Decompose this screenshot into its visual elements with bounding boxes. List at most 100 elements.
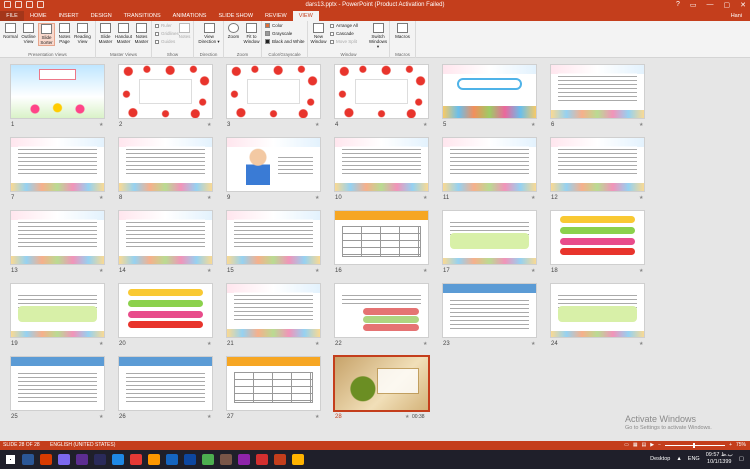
zoom-slider[interactable] <box>665 443 726 448</box>
tab-transitions[interactable]: TRANSITIONS <box>118 11 167 21</box>
slide-thumbnail[interactable] <box>334 283 429 338</box>
minimize-button[interactable]: — <box>707 1 714 9</box>
grayscale-button[interactable]: Grayscale <box>265 31 292 36</box>
transition-star-icon[interactable]: ★ <box>423 268 427 274</box>
ribbon-display-button[interactable]: ▭ <box>690 1 697 9</box>
normal-view-status-icon[interactable]: ▭ <box>624 441 629 450</box>
tab-view[interactable]: VIEW <box>292 11 319 21</box>
word-icon[interactable] <box>166 454 178 465</box>
reading-view-button[interactable]: Reading View <box>74 23 91 44</box>
black-white-button[interactable]: Black and White <box>265 39 305 44</box>
slide-thumbnail[interactable] <box>10 210 105 265</box>
switch-windows-button[interactable]: Switch Windows ▾ <box>368 23 388 49</box>
transition-star-icon[interactable]: ★ <box>315 414 319 420</box>
app-icon[interactable] <box>202 454 214 465</box>
app-icon[interactable] <box>256 454 268 465</box>
transition-star-icon[interactable]: ★ <box>531 195 535 201</box>
tab-design[interactable]: DESIGN <box>85 11 118 21</box>
slide-thumbnail[interactable] <box>226 283 321 338</box>
slide-thumbnail[interactable] <box>118 283 213 338</box>
app-icon[interactable] <box>184 454 196 465</box>
transition-star-icon[interactable]: ★ <box>423 341 427 347</box>
slide-thumbnail[interactable] <box>10 283 105 338</box>
transition-star-icon[interactable]: ★ <box>639 122 643 128</box>
close-button[interactable]: ✕ <box>740 1 746 9</box>
folder-icon[interactable] <box>292 454 304 465</box>
transition-star-icon[interactable]: ★ <box>99 414 103 420</box>
windows-start-icon[interactable] <box>6 455 15 464</box>
sorter-view-status-icon[interactable]: ▦ <box>633 441 638 450</box>
transition-star-icon[interactable]: ★ <box>207 414 211 420</box>
transition-star-icon[interactable]: ★ <box>639 195 643 201</box>
cascade-button[interactable]: Cascade <box>330 31 354 36</box>
slide-master-button[interactable]: Slide Master <box>97 23 114 44</box>
app-icon[interactable] <box>130 454 142 465</box>
slide-thumbnail[interactable] <box>550 210 645 265</box>
transition-star-icon[interactable]: ★ <box>423 122 427 128</box>
slide-thumbnail[interactable] <box>442 283 537 338</box>
slide-thumbnail[interactable] <box>334 137 429 192</box>
slide-thumbnail[interactable] <box>334 64 429 119</box>
slide-thumbnail[interactable] <box>10 356 105 411</box>
slide-thumbnail[interactable] <box>226 356 321 411</box>
transition-star-icon[interactable]: ★ <box>99 268 103 274</box>
zoom-in-button[interactable]: + <box>729 441 732 450</box>
tab-insert[interactable]: INSERT <box>53 11 85 21</box>
language-icon[interactable]: ENG <box>688 456 700 462</box>
transition-star-icon[interactable]: ★ <box>531 341 535 347</box>
app-icon[interactable] <box>238 454 250 465</box>
transition-star-icon[interactable]: ★ <box>531 122 535 128</box>
macros-button[interactable]: Macros <box>394 23 411 39</box>
transition-star-icon[interactable]: ★ <box>207 341 211 347</box>
language-indicator[interactable]: ENGLISH (UNITED STATES) <box>50 441 115 450</box>
transition-star-icon[interactable]: ★ <box>207 122 211 128</box>
tab-home[interactable]: HOME <box>24 11 53 21</box>
reading-view-status-icon[interactable]: ▤ <box>642 441 647 450</box>
slide-thumbnail[interactable] <box>10 64 105 119</box>
maximize-button[interactable]: ▢ <box>724 1 731 9</box>
move-split-button[interactable]: Move Split <box>330 39 357 44</box>
handout-master-button[interactable]: Handout Master <box>115 23 132 44</box>
transition-star-icon[interactable]: ★ <box>405 414 409 420</box>
tab-slide-show[interactable]: SLIDE SHOW <box>212 11 259 21</box>
transition-star-icon[interactable]: ★ <box>315 195 319 201</box>
network-icon[interactable]: ▲ <box>676 456 681 462</box>
ruler-checkbox[interactable]: Ruler <box>155 23 172 28</box>
slide-thumbnail[interactable] <box>226 64 321 119</box>
tab-animations[interactable]: ANIMATIONS <box>167 11 213 21</box>
view-direction-button[interactable]: View Direction ▾ <box>198 23 220 44</box>
slide-thumbnail[interactable] <box>333 355 430 412</box>
tab-review[interactable]: REVIEW <box>259 11 293 21</box>
normal-view-button[interactable]: Normal <box>2 23 19 39</box>
desktop-label[interactable]: Desktop <box>650 456 670 462</box>
slide-thumbnail[interactable] <box>118 64 213 119</box>
transition-star-icon[interactable]: ★ <box>207 195 211 201</box>
clock[interactable]: 09:57 ب.ظ 10/1/1399 <box>706 452 733 466</box>
slide-thumbnail[interactable] <box>226 137 321 192</box>
slide-thumbnail[interactable] <box>118 137 213 192</box>
fit-to-window-button[interactable]: Fit to Window <box>243 23 260 44</box>
slide-thumbnail[interactable] <box>550 283 645 338</box>
app-icon[interactable] <box>112 454 124 465</box>
zoom-button[interactable]: Zoom <box>225 23 242 39</box>
transition-star-icon[interactable]: ★ <box>423 195 427 201</box>
app-icon[interactable] <box>40 454 52 465</box>
notes-button[interactable]: Notes <box>176 23 193 39</box>
file-explorer-icon[interactable] <box>22 454 34 465</box>
transition-star-icon[interactable]: ★ <box>315 341 319 347</box>
notes-page-button[interactable]: Notes Page <box>56 23 73 44</box>
slide-thumbnail[interactable] <box>334 210 429 265</box>
app-icon[interactable] <box>58 454 70 465</box>
slide-thumbnail[interactable] <box>118 210 213 265</box>
slide-sorter-button[interactable]: Slide Sorter <box>38 23 55 46</box>
transition-star-icon[interactable]: ★ <box>639 268 643 274</box>
notifications-icon[interactable]: ▢ <box>739 456 744 462</box>
after-effects-icon[interactable] <box>94 454 106 465</box>
slide-thumbnail[interactable] <box>442 64 537 119</box>
slide-thumbnail[interactable] <box>550 137 645 192</box>
transition-star-icon[interactable]: ★ <box>315 268 319 274</box>
slide-thumbnail[interactable] <box>118 356 213 411</box>
zoom-out-button[interactable]: − <box>658 441 661 450</box>
transition-star-icon[interactable]: ★ <box>99 341 103 347</box>
zoom-level[interactable]: 75% <box>736 441 746 450</box>
